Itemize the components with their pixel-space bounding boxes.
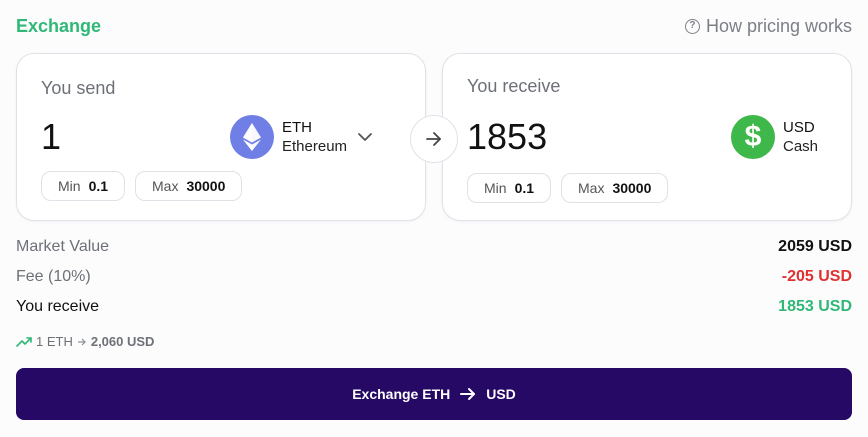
send-currency-selector[interactable]: ETH Ethereum	[230, 115, 375, 159]
receive-currency-selector[interactable]: $ USD Cash	[731, 115, 818, 159]
receive-currency-name: Cash	[783, 138, 819, 155]
receive-max-label: Max	[578, 180, 605, 196]
send-amount-input[interactable]: 1	[41, 117, 61, 157]
receive-card: You receive 1853 $ USD Cash Min 0.1 Max …	[442, 53, 852, 221]
exchange-rate: 1 ETH 2,060 USD	[16, 334, 154, 349]
receive-currency-code: USD	[783, 119, 815, 136]
send-max-label: Max	[152, 178, 179, 194]
receive-min-label: Min	[484, 180, 507, 196]
arrow-right-icon	[460, 388, 476, 400]
how-pricing-works-link[interactable]: ? How pricing works	[684, 14, 852, 38]
chevron-down-icon[interactable]	[355, 127, 375, 147]
send-currency-name: Ethereum	[282, 138, 348, 155]
trending-up-icon	[16, 336, 32, 347]
pricing-link-label: How pricing works	[705, 16, 852, 36]
send-label: You send	[41, 78, 116, 98]
dollar-icon: $	[731, 115, 775, 159]
you-receive-value: 1853 USD	[778, 298, 852, 315]
receive-amount[interactable]: 1853	[467, 117, 547, 157]
send-currency-code: ETH	[282, 119, 312, 136]
arrow-right-icon	[77, 338, 86, 345]
you-receive-label: You receive	[16, 298, 100, 315]
rate-to: 2,060 USD	[90, 334, 155, 349]
receive-min-pill[interactable]: Min 0.1	[467, 173, 552, 203]
send-min-label: Min	[58, 178, 81, 194]
header: Exchange ? How pricing works	[16, 14, 852, 38]
exchange-button-from: Exchange ETH	[352, 386, 451, 402]
receive-max-pill[interactable]: Max 30000	[561, 173, 669, 203]
arrow-right-button[interactable]	[410, 115, 458, 163]
send-card: You send 1 ETH Ethereum Min 0.1 Max 3000…	[16, 53, 426, 221]
exchange-button-to: USD	[486, 386, 516, 402]
ethereum-icon	[230, 115, 274, 159]
rate-from: 1 ETH	[36, 334, 73, 349]
fee-value: -205 USD	[781, 268, 852, 285]
help-circle-icon: ?	[684, 18, 700, 34]
send-min-pill[interactable]: Min 0.1	[41, 171, 126, 201]
market-value: 2059 USD	[778, 238, 852, 255]
market-value-label: Market Value	[16, 238, 110, 255]
fee-label: Fee (10%)	[16, 268, 91, 285]
receive-min-value: 0.1	[514, 180, 535, 196]
send-min-value: 0.1	[88, 178, 109, 194]
arrow-right-icon	[426, 132, 441, 146]
page-title: Exchange	[16, 16, 102, 36]
send-max-value: 30000	[186, 178, 226, 194]
send-max-pill[interactable]: Max 30000	[135, 171, 243, 201]
exchange-button[interactable]: Exchange ETH USD	[16, 368, 852, 420]
receive-max-value: 30000	[612, 180, 652, 196]
receive-label: You receive	[467, 76, 561, 96]
